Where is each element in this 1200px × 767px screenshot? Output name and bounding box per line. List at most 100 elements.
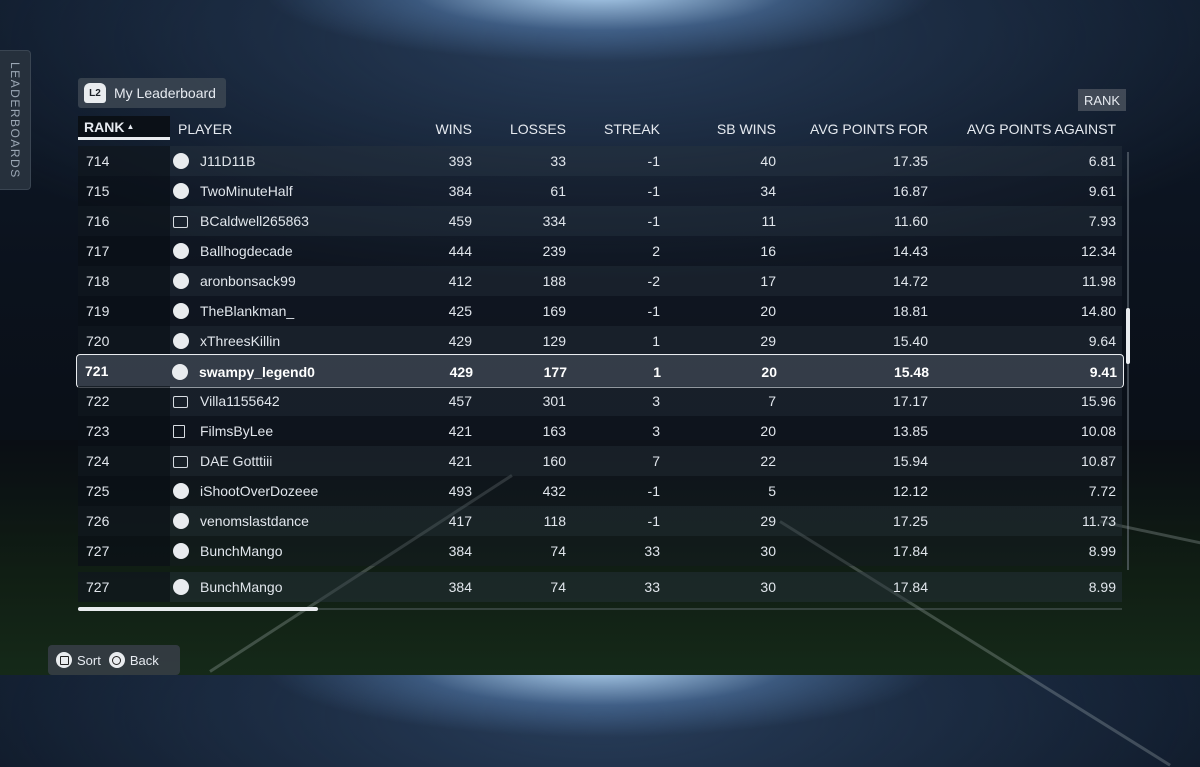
wins-cell: 393	[448, 153, 472, 169]
table-row[interactable]: 723 FilmsByLee 421 163 3 20 13.85 10.08	[78, 416, 1122, 446]
l2-button-icon: L2	[84, 83, 106, 103]
playstation-icon	[173, 579, 189, 595]
playstation-icon	[173, 243, 189, 259]
sb-wins-cell: 20	[760, 303, 776, 319]
my-leaderboard-button[interactable]: L2 My Leaderboard	[78, 78, 226, 108]
losses-cell: 188	[542, 273, 566, 289]
avg-points-against-cell: 8.99	[1088, 543, 1116, 559]
losses-cell: 432	[542, 483, 566, 499]
avg-points-against-cell: 6.81	[1088, 153, 1116, 169]
avg-points-against-cell: 10.08	[1080, 423, 1116, 439]
avg-points-against-cell: 11.73	[1082, 513, 1116, 529]
column-header-avg-points-against[interactable]: AVG POINTS AGAINST	[967, 121, 1116, 137]
column-header-rank[interactable]: RANK ▲	[78, 116, 170, 140]
avg-points-for-cell: 14.43	[892, 243, 928, 259]
streak-cell: 33	[644, 543, 660, 559]
table-row[interactable]: 718 aronbonsack99 412 188 -2 17 14.72 11.98	[78, 266, 1122, 296]
wins-cell: 384	[448, 579, 472, 595]
rank-cell: 715	[78, 176, 170, 206]
back-button[interactable]: Back	[108, 652, 159, 668]
table-row[interactable]: 717 Ballhogdecade 444 239 2 16 14.43 12.34	[78, 236, 1122, 266]
losses-cell: 74	[550, 543, 566, 559]
avg-points-against-cell: 7.93	[1088, 213, 1116, 229]
table-row[interactable]: 715 TwoMinuteHalf 384 61 -1 34 16.87 9.61	[78, 176, 1122, 206]
rank-cell: 717	[78, 236, 170, 266]
playstation-icon	[172, 364, 188, 380]
losses-cell: 61	[550, 183, 566, 199]
wins-cell: 444	[448, 243, 472, 259]
table-row[interactable]: 727 BunchMango 384 74 33 30 17.84 8.99	[78, 572, 1122, 602]
column-header-losses[interactable]: LOSSES	[510, 121, 566, 137]
sort-label: Sort	[77, 652, 101, 668]
rank-cell: 725	[78, 476, 170, 506]
streak-cell: -1	[647, 213, 660, 229]
rank-cell: 723	[78, 416, 170, 446]
playstation-icon	[173, 483, 189, 499]
rank-header-label: RANK	[84, 118, 125, 135]
streak-cell: 1	[653, 364, 661, 380]
sort-ascending-icon: ▲	[126, 122, 135, 131]
table-row-selected[interactable]: 721 swampy_legend0 429 177 1 20 15.48 9.41	[76, 354, 1124, 388]
player-name-cell: J11D11B	[200, 153, 256, 169]
avg-points-for-cell: 17.84	[892, 543, 928, 559]
player-name-cell: BunchMango	[200, 543, 283, 559]
player-name-cell: BunchMango	[200, 579, 283, 595]
table-row[interactable]: 724 DAE Gotttiii 421 160 7 22 15.94 10.87	[78, 446, 1122, 476]
wins-cell: 459	[448, 213, 472, 229]
losses-cell: 118	[543, 513, 566, 529]
table-row[interactable]: 727 BunchMango 384 74 33 30 17.84 8.99	[78, 536, 1122, 566]
player-name-cell: venomslastdance	[200, 513, 309, 529]
table-row[interactable]: 714 J11D11B 393 33 -1 40 17.35 6.81	[78, 146, 1122, 176]
streak-cell: -1	[647, 183, 660, 199]
player-name-cell: Villa1155642	[200, 393, 280, 409]
table-row[interactable]: 725 iShootOverDozeee 493 432 -1 5 12.12 7.72	[78, 476, 1122, 506]
player-name-cell: TheBlankman_	[200, 303, 295, 319]
playstation-icon	[173, 273, 189, 289]
losses-cell: 160	[542, 453, 566, 469]
wins-cell: 493	[448, 483, 472, 499]
avg-points-for-cell: 18.81	[892, 303, 928, 319]
playstation-icon	[173, 543, 189, 559]
avg-points-for-cell: 16.87	[892, 183, 928, 199]
column-header-avg-points-for[interactable]: AVG POINTS FOR	[810, 121, 928, 137]
sb-wins-cell: 29	[760, 333, 776, 349]
vertical-scrollbar-thumb[interactable]	[1126, 308, 1130, 364]
avg-points-against-cell: 14.80	[1080, 303, 1116, 319]
playstation-icon	[173, 333, 189, 349]
leaderboard-table: 714 J11D11B 393 33 -1 40 17.35 6.81 715 TwoMinute…	[76, 146, 1124, 604]
player-name-cell: xThreesKillin	[200, 333, 281, 349]
sb-wins-cell: 29	[760, 513, 776, 529]
avg-points-for-cell: 12.12	[892, 483, 928, 499]
avg-points-for-cell: 17.25	[892, 513, 928, 529]
player-name-cell: iShootOverDozeee	[200, 483, 319, 499]
streak-cell: 3	[652, 393, 660, 409]
avg-points-against-cell: 9.64	[1088, 333, 1116, 349]
wins-cell: 429	[449, 364, 473, 380]
leaderboards-side-tab[interactable]: LEADERBOARDS	[0, 50, 31, 190]
column-header-wins[interactable]: WINS	[435, 121, 472, 137]
table-row[interactable]: 722 Villa1155642 457 301 3 7 17.17 15.96	[78, 386, 1122, 416]
column-header-player[interactable]: PLAYER	[178, 121, 232, 137]
wins-cell: 417	[448, 513, 472, 529]
wins-cell: 384	[448, 543, 472, 559]
table-row[interactable]: 719 TheBlankman_ 425 169 -1 20 18.81 14.80	[78, 296, 1122, 326]
button-hints: Sort Back	[48, 645, 180, 675]
sb-wins-cell: 17	[760, 273, 776, 289]
table-row[interactable]: 720 xThreesKillin 429 129 1 29 15.40 9.64	[78, 326, 1122, 356]
losses-cell: 169	[542, 303, 566, 319]
table-row[interactable]: 726 venomslastdance 417 118 -1 29 17.25 11.73	[78, 506, 1122, 536]
avg-points-against-cell: 15.96	[1080, 393, 1116, 409]
column-header-streak[interactable]: STREAK	[604, 121, 660, 137]
horizontal-scrollbar-thumb[interactable]	[78, 607, 318, 611]
rank-cell: 714	[78, 146, 170, 176]
sb-wins-cell: 20	[760, 423, 776, 439]
avg-points-for-cell: 15.48	[893, 364, 929, 380]
avg-points-against-cell: 12.34	[1080, 243, 1116, 259]
avg-points-for-cell: 15.40	[892, 333, 928, 349]
table-row[interactable]: 716 BCaldwell265863 459 334 -1 11 11.60 7.93	[78, 206, 1122, 236]
table-header: RANK ▲ PLAYER WINS LOSSES STREAK SB WINS…	[78, 116, 1122, 144]
streak-cell: -1	[647, 483, 660, 499]
sort-button[interactable]: Sort	[56, 652, 101, 668]
column-header-sb-wins[interactable]: SB WINS	[717, 121, 776, 137]
wins-cell: 421	[448, 453, 472, 469]
